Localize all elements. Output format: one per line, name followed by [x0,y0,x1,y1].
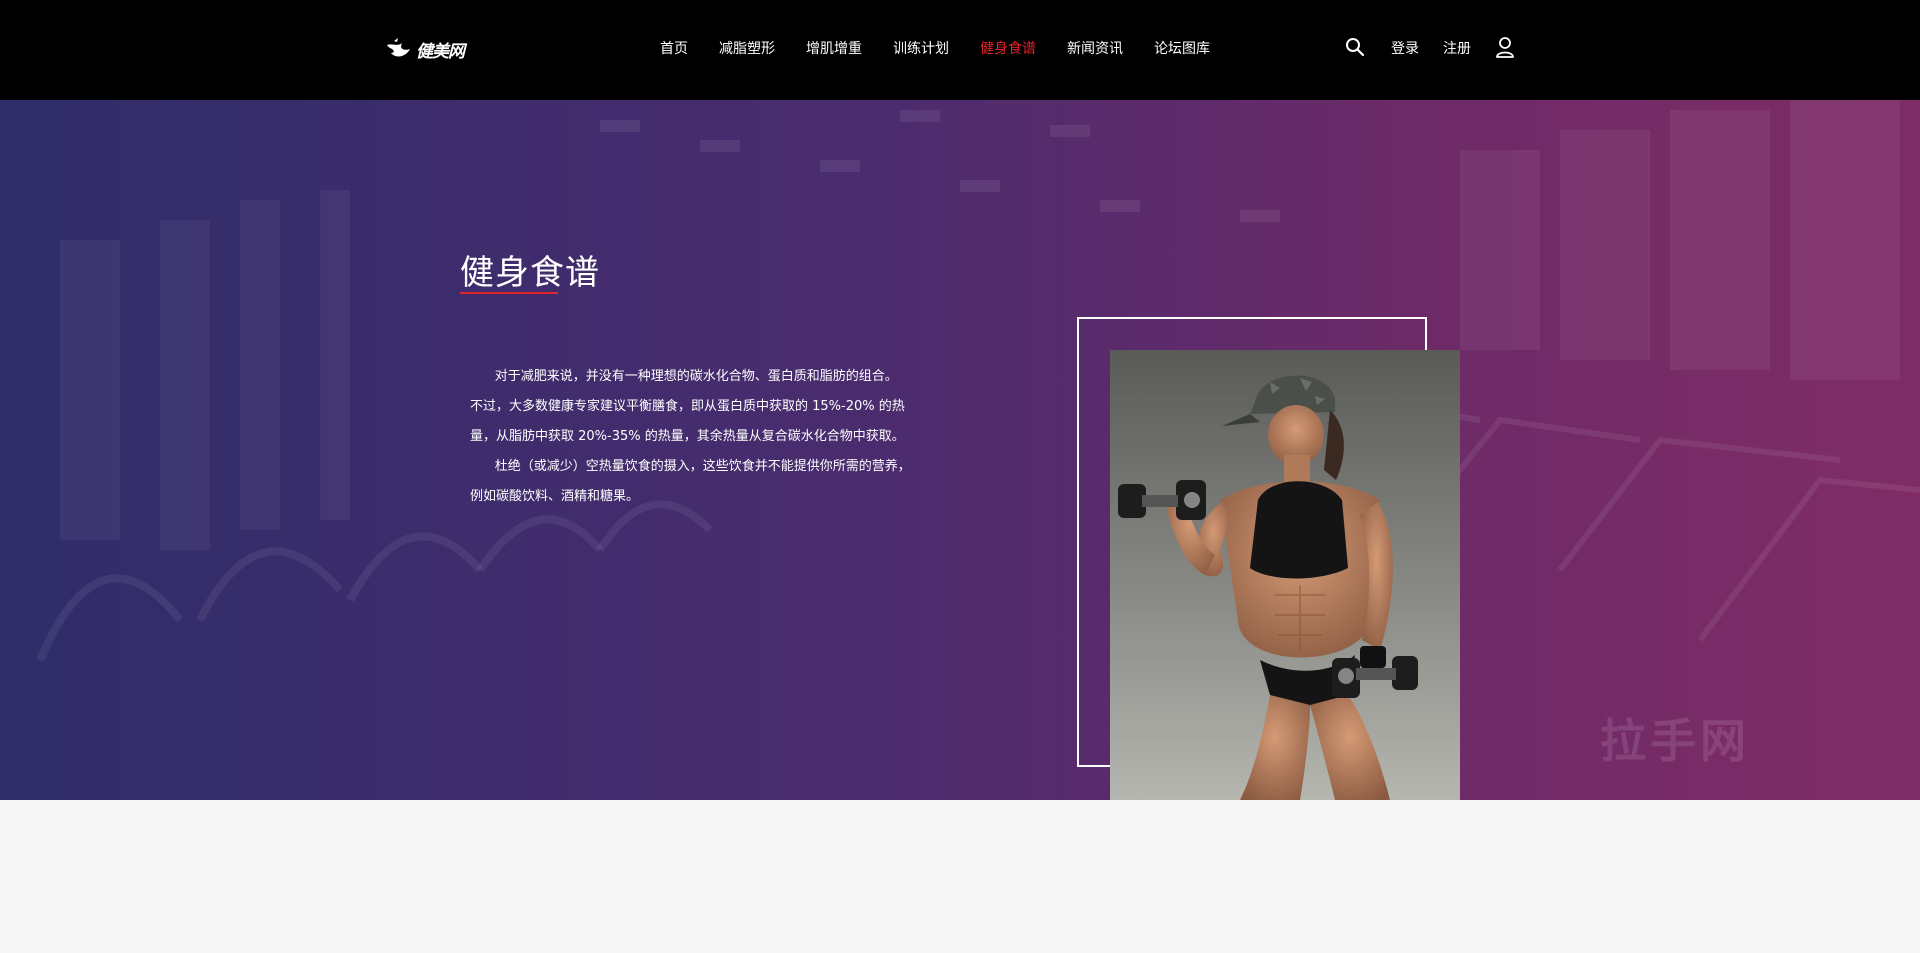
header-tools: 登录 注册 [1345,36,1515,58]
register-link[interactable]: 注册 [1443,38,1471,58]
page-title: 健身食谱 [460,253,600,293]
intro-line: 量，从脂肪中获取 20%-35% 的热量，其余热量从复合碳水化合物中获取。 [470,429,905,444]
nav-item-home[interactable]: 首页 [660,38,688,58]
intro-line: 对于减肥来说，并没有一种理想的碳水化合物、蛋白质和脂肪的组合。 [470,369,898,384]
nav-item-news[interactable]: 新闻资讯 [1067,38,1123,58]
user-icon[interactable] [1495,36,1515,58]
intro-line: 例如碳酸饮料、酒精和糖果。 [470,489,640,504]
nav-item-muscle-gain[interactable]: 增肌增重 [806,38,862,58]
search-icon[interactable] [1345,37,1365,57]
nav-item-fat-loss[interactable]: 减脂塑形 [719,38,775,58]
intro-text: 对于减肥来说，并没有一种理想的碳水化合物、蛋白质和脂肪的组合。 不过，大多数健康… [470,362,930,512]
watermark-logo: 拉手网 [1600,714,1750,768]
nav-item-training-plan[interactable]: 训练计划 [893,38,949,58]
gym-background-image [0,100,1920,800]
login-link[interactable]: 登录 [1391,38,1419,58]
intro-line: 杜绝（或减少）空热量饮食的摄入，这些饮食并不能提供你所需的营养， [470,459,911,474]
nav-item-forum-gallery[interactable]: 论坛图库 [1154,38,1210,58]
logo-swoosh-icon [387,38,410,57]
hero-section: 拉手网 健身食谱 对于减肥来说，并没有一种理想的碳水化合物、蛋白质和脂肪的组合。… [0,100,1920,800]
logo-text: 健美网 [416,41,465,62]
site-logo[interactable]: 健美网 [386,36,465,62]
intro-line: 不过，大多数健康专家建议平衡膳食，即从蛋白质中获取的 15%-20% 的热 [470,399,905,414]
fitness-woman-photo [1110,350,1460,800]
top-navigation-bar: 健美网 首页 减脂塑形 增肌增重 训练计划 健身食谱 新闻资讯 论坛图库 登录 … [0,0,1920,100]
fitness-woman-illustration [1118,375,1418,800]
title-underline [460,292,558,294]
main-nav: 首页 减脂塑形 增肌增重 训练计划 健身食谱 新闻资讯 论坛图库 [660,38,1241,58]
nav-item-fitness-recipes[interactable]: 健身食谱 [980,38,1036,58]
